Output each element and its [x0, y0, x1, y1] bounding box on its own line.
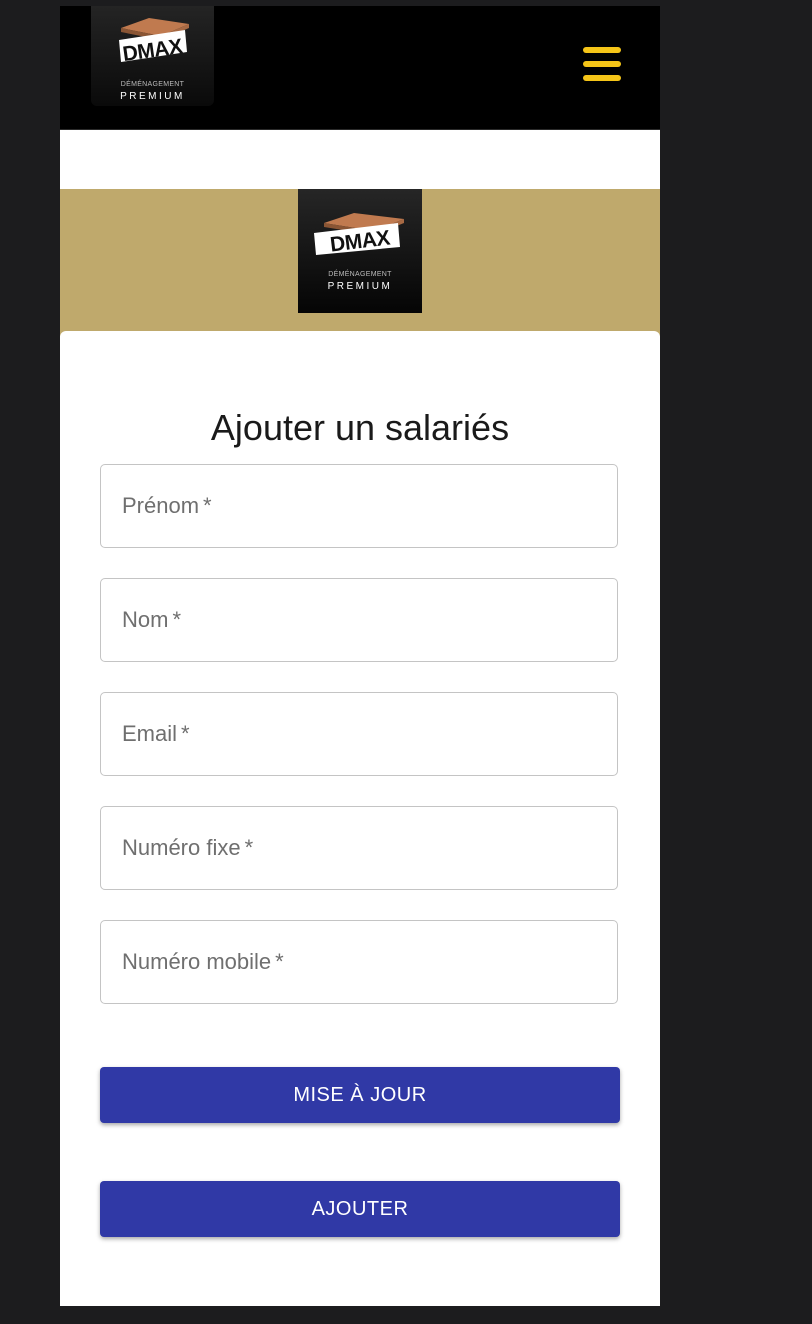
required-marker: * [275, 949, 284, 974]
logo-tagline-top: DÉMÉNAGEMENT [328, 271, 392, 278]
top-navigation-bar: DMAX DÉMÉNAGEMENT PREMIUM [60, 6, 660, 130]
required-marker: * [203, 493, 212, 518]
email-field[interactable]: Email * [100, 692, 618, 776]
last-name-label: Nom * [122, 607, 182, 632]
page-title: Ajouter un salariés [210, 407, 510, 448]
add-button[interactable]: AJOUTER [100, 1181, 620, 1237]
required-marker: * [181, 721, 190, 746]
last-name-field[interactable]: Nom * [100, 578, 618, 662]
header-spacer [60, 130, 660, 189]
header-logo[interactable]: DMAX DÉMÉNAGEMENT PREMIUM [91, 6, 214, 106]
logo-tagline-bottom: PREMIUM [327, 281, 393, 292]
email-label: Email * [122, 721, 190, 746]
add-employee-form: Ajouter un salariés Prénom * Nom * Email * … [60, 331, 660, 1306]
mobile-number-field[interactable]: Numéro mobile * [100, 920, 618, 1004]
landline-number-field[interactable]: Numéro fixe * [100, 806, 618, 890]
brand-banner: DMAX DÉMÉNAGEMENT PREMIUM [60, 189, 660, 339]
banner-logo: DMAX DÉMÉNAGEMENT PREMIUM [298, 189, 422, 313]
mobile-number-label: Numéro mobile * [122, 949, 284, 974]
update-button[interactable]: MISE À JOUR [100, 1067, 620, 1123]
hamburger-menu-icon[interactable] [580, 44, 624, 84]
required-marker: * [172, 607, 182, 632]
first-name-field[interactable]: Prénom * [100, 464, 618, 548]
app-screen: DMAX DÉMÉNAGEMENT PREMIUM DMAX DÉMÉNAGEM… [60, 6, 660, 1306]
logo-tagline-bottom: PREMIUM [120, 91, 185, 102]
logo-tagline-top: DÉMÉNAGEMENT [120, 81, 185, 88]
landline-number-label: Numéro fixe * [122, 835, 254, 860]
required-marker: * [244, 835, 254, 860]
first-name-label: Prénom * [122, 493, 212, 518]
